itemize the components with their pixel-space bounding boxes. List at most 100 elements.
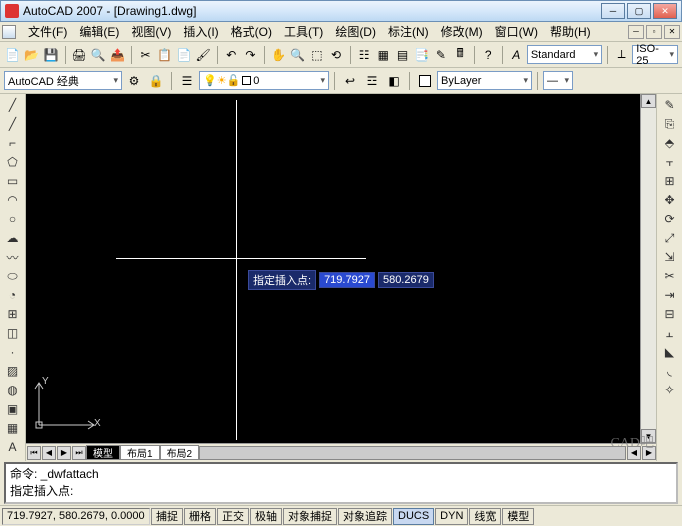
mtext-button[interactable]: A — [3, 438, 23, 456]
polygon-button[interactable]: ⬠ — [3, 153, 23, 171]
osnap-toggle[interactable]: 对象捕捉 — [283, 508, 337, 525]
region-button[interactable]: ▣ — [3, 400, 23, 418]
arc-button[interactable]: ◠ — [3, 191, 23, 209]
scroll-down-button[interactable]: ▼ — [641, 429, 656, 443]
workspace-combo[interactable]: AutoCAD 经典 — [4, 71, 122, 90]
zoom-realtime-button[interactable]: 🔍 — [289, 45, 306, 65]
xline-button[interactable]: ╱ — [3, 115, 23, 133]
tab-last-button[interactable]: ⏭ — [72, 446, 86, 460]
line-button[interactable]: ╱ — [3, 96, 23, 114]
point-button[interactable]: · — [3, 343, 23, 361]
trim-button[interactable]: ✂ — [660, 267, 680, 285]
ortho-toggle[interactable]: 正交 — [217, 508, 249, 525]
menu-insert[interactable]: 插入(I) — [177, 21, 224, 42]
gradient-button[interactable]: ◍ — [3, 381, 23, 399]
menu-modify[interactable]: 修改(M) — [435, 21, 489, 42]
maximize-button[interactable]: ▢ — [627, 3, 651, 19]
offset-button[interactable]: ⫟ — [660, 153, 680, 171]
drawing-canvas[interactable]: 指定插入点: 719.7927 580.2679 Y X — [26, 94, 640, 443]
zoom-previous-button[interactable]: ⟲ — [327, 45, 344, 65]
linetype-combo[interactable]: — — [543, 71, 573, 90]
textstyle-combo[interactable]: Standard — [527, 45, 602, 64]
rotate-button[interactable]: ⟳ — [660, 210, 680, 228]
dyn-y-field[interactable]: 580.2679 — [378, 272, 434, 288]
move-button[interactable]: ✥ — [660, 191, 680, 209]
color-swatch-button[interactable] — [415, 71, 435, 91]
hscroll-left-button[interactable]: ◀ — [627, 446, 641, 460]
ducs-toggle[interactable]: DUCS — [393, 508, 434, 525]
textstyle-font-button[interactable]: A — [508, 45, 525, 65]
grid-toggle[interactable]: 栅格 — [184, 508, 216, 525]
insert-button[interactable]: ⊞ — [3, 305, 23, 323]
pline-button[interactable]: ⌐ — [3, 134, 23, 152]
menu-tools[interactable]: 工具(T) — [278, 21, 329, 42]
dimstyle-combo[interactable]: ISO-25 — [632, 45, 678, 64]
matchprop-button[interactable]: 🖌 — [195, 45, 212, 65]
menu-file[interactable]: 文件(F) — [22, 21, 73, 42]
menu-format[interactable]: 格式(O) — [225, 21, 278, 42]
layer-states-button[interactable]: ☲ — [362, 71, 382, 91]
open-button[interactable]: 📂 — [23, 45, 40, 65]
dimstyle-button[interactable]: ⟂ — [613, 45, 630, 65]
join-button[interactable]: ⫠ — [660, 324, 680, 342]
revcloud-button[interactable]: ☁ — [3, 229, 23, 247]
array-button[interactable]: ⊞ — [660, 172, 680, 190]
mdi-close-button[interactable]: ✕ — [664, 25, 680, 39]
tab-model[interactable]: 模型 — [86, 445, 120, 460]
spline-button[interactable]: 〰 — [3, 248, 23, 266]
mdi-minimize-button[interactable]: ─ — [628, 25, 644, 39]
coordinate-display[interactable]: 719.7927, 580.2679, 0.0000 — [2, 508, 150, 525]
menu-dimension[interactable]: 标注(N) — [382, 21, 435, 42]
layer-previous-button[interactable]: ↩ — [340, 71, 360, 91]
table-button[interactable]: ▦ — [3, 419, 23, 437]
model-toggle[interactable]: 模型 — [502, 508, 534, 525]
close-button[interactable]: ✕ — [653, 3, 677, 19]
copy-obj-button[interactable]: ⎘ — [660, 115, 680, 133]
redo-button[interactable]: ↷ — [242, 45, 259, 65]
tab-prev-button[interactable]: ◀ — [42, 446, 56, 460]
stretch-button[interactable]: ⇲ — [660, 248, 680, 266]
break-button[interactable]: ⊟ — [660, 305, 680, 323]
tab-next-button[interactable]: ▶ — [57, 446, 71, 460]
block-button[interactable]: ◫ — [3, 324, 23, 342]
rectangle-button[interactable]: ▭ — [3, 172, 23, 190]
menu-window[interactable]: 窗口(W) — [489, 21, 544, 42]
toolpalettes-button[interactable]: ▤ — [394, 45, 411, 65]
lwt-toggle[interactable]: 线宽 — [469, 508, 501, 525]
ellipse-button[interactable]: ⬭ — [3, 267, 23, 285]
tab-layout1[interactable]: 布局1 — [120, 445, 160, 460]
layer-manager-button[interactable]: ☰ — [177, 71, 197, 91]
menu-draw[interactable]: 绘图(D) — [329, 21, 382, 42]
circle-button[interactable]: ○ — [3, 210, 23, 228]
explode-button[interactable]: ✧ — [660, 381, 680, 399]
minimize-button[interactable]: ─ — [601, 3, 625, 19]
fillet-button[interactable]: ◟ — [660, 362, 680, 380]
copy-button[interactable]: 📋 — [156, 45, 173, 65]
color-combo[interactable]: ByLayer — [437, 71, 532, 90]
workspace-lock-button[interactable]: 🔒 — [146, 71, 166, 91]
dyn-x-field[interactable]: 719.7927 — [319, 272, 375, 288]
help-button[interactable]: ? — [480, 45, 497, 65]
dyn-toggle[interactable]: DYN — [435, 508, 468, 525]
vertical-scrollbar[interactable]: ▲ ▼ — [640, 94, 656, 443]
paste-button[interactable]: 📄 — [175, 45, 192, 65]
preview-button[interactable]: 🔍 — [90, 45, 107, 65]
menu-view[interactable]: 视图(V) — [125, 21, 177, 42]
print-button[interactable]: 🖨 — [70, 45, 87, 65]
workspace-settings-button[interactable]: ⚙ — [124, 71, 144, 91]
mirror-button[interactable]: ⬘ — [660, 134, 680, 152]
scale-button[interactable]: ⤢ — [660, 229, 680, 247]
cut-button[interactable]: ✂ — [137, 45, 154, 65]
chamfer-button[interactable]: ◣ — [660, 343, 680, 361]
hscroll-right-button[interactable]: ▶ — [642, 446, 656, 460]
undo-button[interactable]: ↶ — [223, 45, 240, 65]
scroll-up-button[interactable]: ▲ — [641, 94, 656, 108]
ellipsearc-button[interactable]: ◔ — [3, 286, 23, 304]
erase-button[interactable]: ✎ — [660, 96, 680, 114]
calculator-button[interactable]: 🖩 — [452, 45, 469, 65]
pan-button[interactable]: ✋ — [270, 45, 287, 65]
save-button[interactable]: 💾 — [42, 45, 59, 65]
tab-first-button[interactable]: ⏮ — [27, 446, 41, 460]
hatch-button[interactable]: ▨ — [3, 362, 23, 380]
publish-button[interactable]: 📤 — [109, 45, 126, 65]
